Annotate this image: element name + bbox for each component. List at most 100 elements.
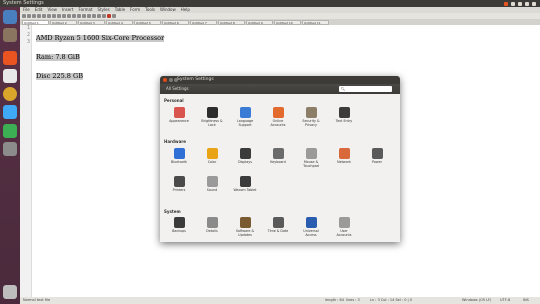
file-tab[interactable]: Untitled 1: [22, 19, 49, 25]
settings-item-network[interactable]: Network: [328, 148, 360, 164]
save-all-icon[interactable]: [37, 14, 41, 18]
replace-icon[interactable]: [82, 14, 86, 18]
file-tab[interactable]: Untitled 5: [134, 19, 161, 25]
settings-item-printers[interactable]: Printers: [163, 176, 195, 192]
file-tab[interactable]: Untitled 7: [190, 19, 217, 25]
line-number: 3: [26, 39, 30, 45]
paste-icon[interactable]: [62, 14, 66, 18]
browser-icon[interactable]: [3, 87, 17, 101]
settings-item-language[interactable]: Language Support: [229, 107, 261, 127]
settings-item-displays[interactable]: Displays: [229, 148, 261, 164]
copy-icon[interactable]: [57, 14, 61, 18]
minimize-icon[interactable]: [168, 78, 173, 82]
settings-item-brightness-lock[interactable]: Brightness & Lock: [196, 107, 228, 127]
zoom-in-icon[interactable]: [87, 14, 91, 18]
settings-item-details[interactable]: Details: [196, 217, 228, 233]
file-tab[interactable]: Untitled 6: [162, 19, 189, 25]
line-number: 2: [26, 32, 30, 38]
text-lines[interactable]: AMD Ryzen 5 1600 Six-Core Processor Ram:…: [36, 25, 165, 82]
writer-icon[interactable]: [3, 105, 17, 119]
print-icon[interactable]: [47, 14, 51, 18]
sound-indicator-icon[interactable]: [518, 1, 522, 6]
close-icon[interactable]: [163, 78, 167, 82]
settings-item-software-updates[interactable]: Software & Updates: [229, 217, 261, 237]
file-tab[interactable]: Untitled 8: [218, 19, 245, 25]
calc-icon[interactable]: [3, 124, 17, 138]
appearance-icon: [173, 107, 185, 118]
dialog-title: System Settings: [177, 77, 214, 82]
network-indicator-icon[interactable]: [511, 1, 515, 6]
file-tab[interactable]: Untitled 3: [78, 19, 105, 25]
files-icon[interactable]: [3, 28, 17, 42]
search-input[interactable]: 🔍︎: [339, 86, 392, 92]
keyboard-indicator-icon[interactable]: [504, 1, 508, 6]
details-icon: [206, 217, 218, 228]
redo-icon[interactable]: [72, 14, 76, 18]
settings-item-text-entry[interactable]: Text Entry: [328, 107, 360, 123]
undo-icon[interactable]: [67, 14, 71, 18]
close-file-icon[interactable]: [42, 14, 46, 18]
text-entry-icon: [338, 107, 350, 118]
settings-item-power[interactable]: Power: [361, 148, 393, 164]
settings-item-label: Backups: [172, 229, 186, 233]
session-gear-icon[interactable]: [532, 1, 536, 6]
settings-item-label: Network: [337, 160, 351, 164]
line-number: 1: [26, 25, 30, 31]
settings-item-label: Updates: [238, 233, 252, 237]
text-line[interactable]: Ram: 7.8 GiB: [36, 54, 80, 61]
settings-item-bluetooth[interactable]: Bluetooth: [163, 148, 195, 164]
settings-item-backups[interactable]: Backups: [163, 217, 195, 233]
dash-home-icon[interactable]: [3, 10, 17, 24]
settings-item-user-accounts[interactable]: User Accounts: [328, 217, 360, 237]
wrap-icon[interactable]: [97, 14, 101, 18]
indent-icon[interactable]: [102, 14, 106, 18]
search-icon: 🔍︎: [341, 87, 346, 91]
settings-item-color[interactable]: Color: [196, 148, 228, 164]
settings-item-wacom-tablet[interactable]: Wacom Tablet: [229, 176, 261, 192]
software-center-icon[interactable]: [3, 51, 17, 65]
settings-item-label: Text Entry: [335, 119, 353, 123]
status-file-type: Normal text file: [23, 298, 51, 302]
settings-item-label: Wacom Tablet: [233, 188, 257, 192]
settings-item-time-date[interactable]: Time & Date: [262, 217, 294, 233]
backups-icon: [173, 217, 185, 228]
settings-item-online-accounts[interactable]: Online Accounts: [262, 107, 294, 127]
find-icon[interactable]: [77, 14, 81, 18]
settings-item-appearance[interactable]: Appearance: [163, 107, 195, 123]
save-icon[interactable]: [32, 14, 36, 18]
text-line[interactable]: AMD Ryzen 5 1600 Six-Core Processor: [36, 35, 165, 42]
file-tab[interactable]: Untitled 9: [246, 19, 273, 25]
settings-item-sound[interactable]: Sound: [196, 176, 228, 192]
settings-item-label: Sound: [206, 188, 218, 192]
system-settings-icon[interactable]: [3, 142, 17, 156]
file-tab[interactable]: Untitled 10: [274, 19, 301, 25]
online-accounts-icon: [272, 107, 284, 118]
user-accounts-icon: [338, 217, 350, 228]
universal-access-icon: [305, 217, 317, 228]
file-tab[interactable]: Untitled 11: [302, 19, 329, 25]
settings-item-mouse-touchpad[interactable]: Mouse & Touchpad: [295, 148, 327, 168]
open-file-icon[interactable]: [27, 14, 31, 18]
text-editor-icon[interactable]: [3, 69, 17, 83]
trash-icon[interactable]: [3, 285, 17, 299]
file-tab[interactable]: Untitled 4: [106, 19, 133, 25]
section-hardware: Hardware: [164, 139, 186, 144]
clock-indicator-icon[interactable]: [525, 1, 529, 6]
section-system: System: [164, 209, 181, 214]
editor-statusbar: Normal text file length : 64 lines : 3 L…: [20, 297, 540, 304]
file-tab[interactable]: Untitled 2: [50, 19, 77, 25]
cut-icon[interactable]: [52, 14, 56, 18]
macro-play-icon[interactable]: [112, 14, 116, 18]
printers-icon: [173, 176, 185, 187]
settings-item-security-privacy[interactable]: Security & Privacy: [295, 107, 327, 127]
settings-item-keyboard[interactable]: Keyboard: [262, 148, 294, 164]
zoom-out-icon[interactable]: [92, 14, 96, 18]
bluetooth-icon: [173, 148, 185, 159]
new-file-icon[interactable]: [22, 14, 26, 18]
settings-item-label: Lock: [208, 123, 216, 127]
macro-record-icon[interactable]: [107, 14, 111, 18]
line-number-gutter: 1 2 3: [20, 25, 32, 297]
all-settings-button[interactable]: All Settings: [166, 84, 189, 94]
settings-item-universal-access[interactable]: Universal Access: [295, 217, 327, 237]
text-line[interactable]: Disc 225.8 GB: [36, 73, 83, 80]
